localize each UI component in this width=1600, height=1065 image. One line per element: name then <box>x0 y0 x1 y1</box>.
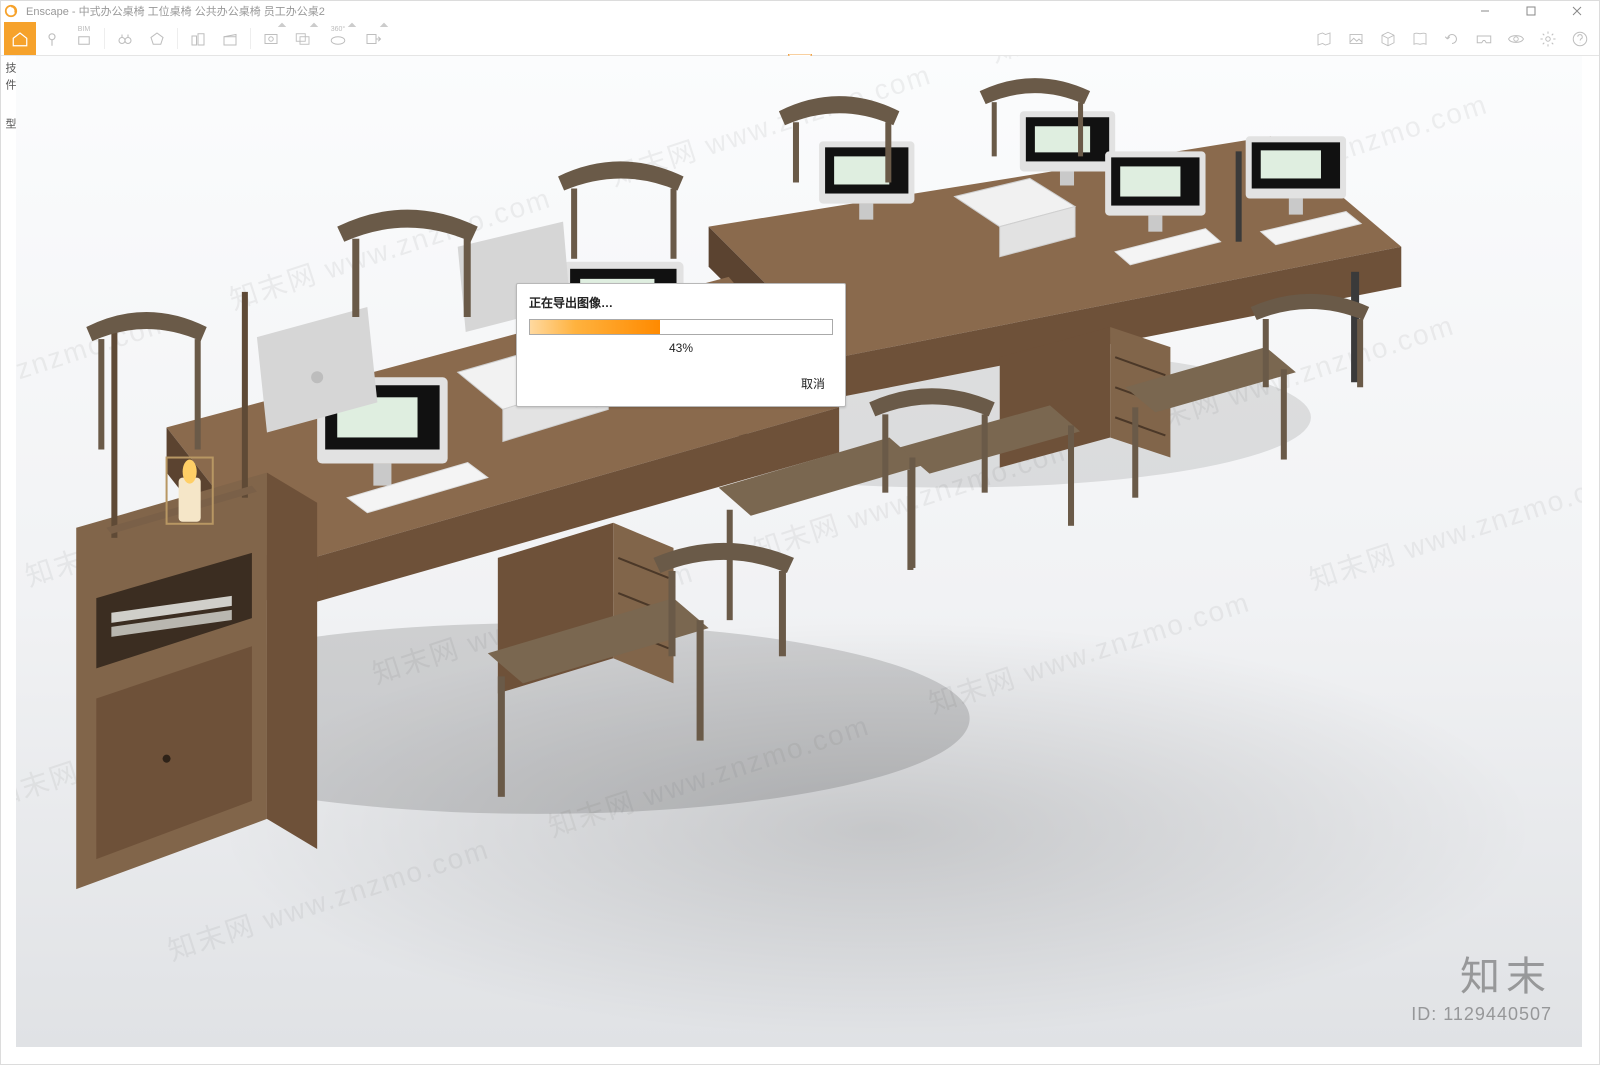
render-viewport[interactable]: 知末网 www.znzmo.com 知末网 www.znzmo.com 知末网 … <box>16 56 1582 1047</box>
export-progress-dialog: 正在导出图像… 43% 取消 <box>516 283 846 407</box>
watermark-id: ID: 1129440507 <box>1411 1004 1552 1025</box>
cancel-button[interactable]: 取消 <box>795 371 831 396</box>
vr-headset-button[interactable] <box>1468 22 1500 55</box>
binoculars-button[interactable] <box>109 22 141 55</box>
maximize-button[interactable] <box>1508 0 1554 22</box>
chair-l-back-2 <box>558 161 683 258</box>
snapshot-button[interactable] <box>255 22 287 55</box>
map-button[interactable] <box>1308 22 1340 55</box>
dialog-title: 正在导出图像… <box>517 284 845 319</box>
pano360-label: 360° <box>331 26 345 33</box>
help-button[interactable] <box>1564 22 1596 55</box>
corner-watermark: 知末 ID: 1129440507 <box>1411 944 1552 1025</box>
bim-label: BIM <box>78 26 90 33</box>
scene-illustration <box>16 56 1582 1047</box>
image-button[interactable] <box>1340 22 1372 55</box>
home-button[interactable] <box>4 22 36 55</box>
app-logo-icon <box>0 0 22 22</box>
left-panel-strip: 技 件 型 <box>0 56 16 996</box>
batch-render-button[interactable] <box>287 22 319 55</box>
refresh-button[interactable] <box>1436 22 1468 55</box>
main-toolbar: BIM 360° <box>0 22 1600 56</box>
window-controls <box>1462 0 1600 22</box>
visibility-button[interactable] <box>1500 22 1532 55</box>
clapperboard-button[interactable] <box>214 22 246 55</box>
buildings-button[interactable] <box>182 22 214 55</box>
chair-l-back-1 <box>337 210 478 317</box>
progress-bar-fill <box>530 320 660 334</box>
book-button[interactable] <box>1404 22 1436 55</box>
window-title: Enscape - 中式办公桌椅 工位桌椅 公共办公桌椅 员工办公桌2 <box>22 3 325 19</box>
cube-button[interactable] <box>1372 22 1404 55</box>
export-button[interactable] <box>357 22 389 55</box>
pin-button[interactable] <box>36 22 68 55</box>
document-title: 中式办公桌椅 工位桌椅 公共办公桌椅 员工办公桌2 <box>79 6 325 18</box>
progress-percent: 43% <box>517 335 845 365</box>
progress-bar <box>529 319 833 335</box>
watermark-brand: 知末 <box>1411 944 1552 1002</box>
titlebar: Enscape - 中式办公桌椅 工位桌椅 公共办公桌椅 员工办公桌2 <box>0 0 1600 22</box>
pano360-button[interactable]: 360° <box>319 22 357 55</box>
minimize-button[interactable] <box>1462 0 1508 22</box>
pentagon-button[interactable] <box>141 22 173 55</box>
bim-button[interactable]: BIM <box>68 22 100 55</box>
app-name: Enscape <box>26 6 69 18</box>
close-button[interactable] <box>1554 0 1600 22</box>
settings-button[interactable] <box>1532 22 1564 55</box>
